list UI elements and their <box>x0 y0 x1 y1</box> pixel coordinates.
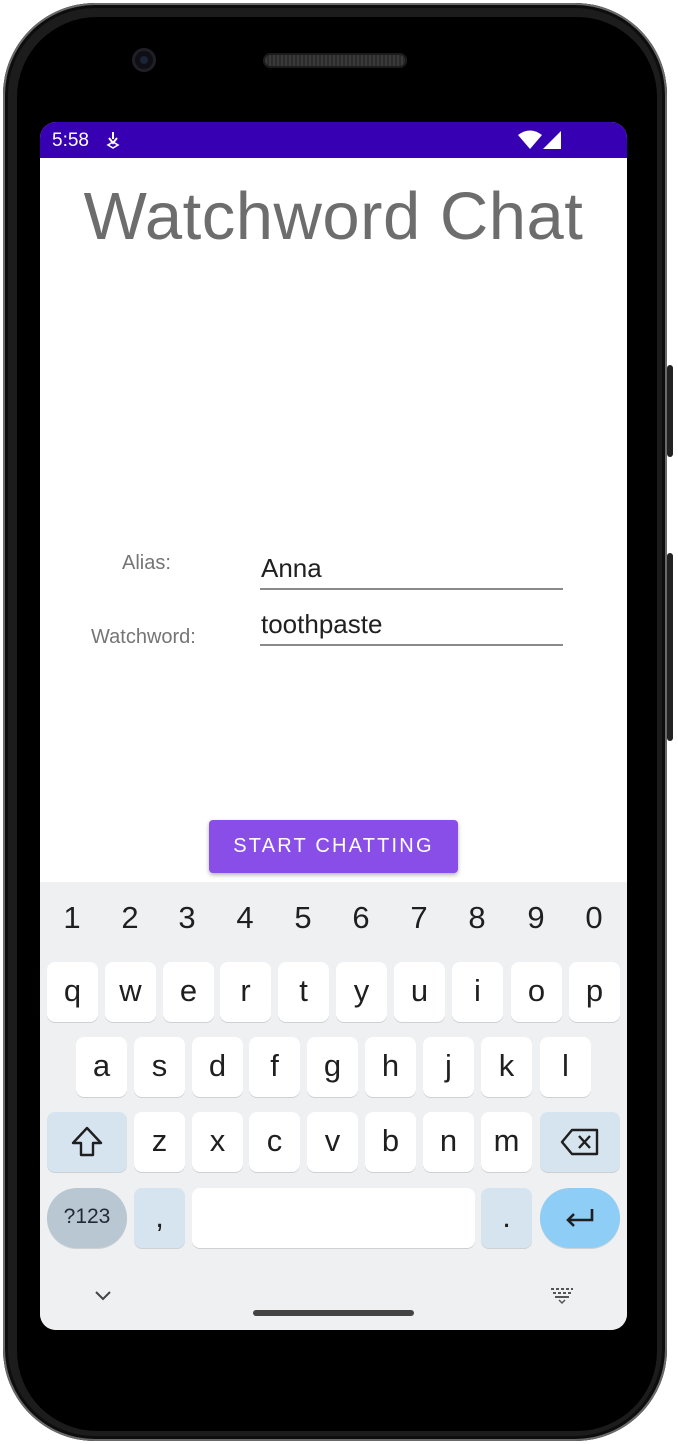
key-y[interactable]: y <box>336 962 387 1022</box>
watchword-input[interactable]: toothpaste <box>260 602 563 646</box>
alias-input[interactable]: Anna <box>260 546 563 590</box>
page-title: Watchword Chat <box>83 179 584 254</box>
wifi-icon <box>518 130 542 149</box>
status-bar: 5:58 <box>40 122 627 158</box>
key-c[interactable]: c <box>249 1112 300 1172</box>
notification-icon <box>106 132 120 149</box>
key-u[interactable]: u <box>394 962 445 1022</box>
key-l[interactable]: l <box>540 1037 591 1097</box>
key-0[interactable]: 0 <box>565 896 623 940</box>
key-i[interactable]: i <box>452 962 503 1022</box>
shift-key[interactable] <box>47 1112 127 1172</box>
key-o[interactable]: o <box>511 962 562 1022</box>
key-1[interactable]: 1 <box>43 896 101 940</box>
key-7[interactable]: 7 <box>390 896 448 940</box>
volume-button <box>667 553 673 741</box>
status-time: 5:58 <box>52 130 89 151</box>
key-d[interactable]: d <box>192 1037 243 1097</box>
home-indicator[interactable] <box>253 1310 414 1316</box>
chevron-down-icon[interactable] <box>94 1290 112 1302</box>
key-3[interactable]: 3 <box>158 896 216 940</box>
front-camera <box>132 48 156 72</box>
key-f[interactable]: f <box>249 1037 300 1097</box>
key-h[interactable]: h <box>365 1037 416 1097</box>
key-w[interactable]: w <box>105 962 156 1022</box>
comma-key[interactable]: , <box>134 1188 185 1248</box>
key-q[interactable]: q <box>47 962 98 1022</box>
backspace-key[interactable] <box>540 1112 620 1172</box>
key-m[interactable]: m <box>481 1112 532 1172</box>
key-x[interactable]: x <box>192 1112 243 1172</box>
key-p[interactable]: p <box>569 962 620 1022</box>
key-9[interactable]: 9 <box>507 896 565 940</box>
earpiece-speaker <box>263 53 407 68</box>
key-e[interactable]: e <box>163 962 214 1022</box>
screen: 5:58 Watchword Chat Alias: Anna Watchwor… <box>40 122 627 1330</box>
shift-icon <box>71 1126 103 1157</box>
soft-keyboard: 1 2 3 4 5 6 7 8 9 0 q w e r t y u i o p … <box>40 882 627 1330</box>
backspace-icon <box>560 1128 599 1156</box>
power-button <box>667 365 673 457</box>
start-chatting-button[interactable]: START CHATTING <box>209 820 458 873</box>
enter-key[interactable] <box>540 1188 620 1248</box>
key-t[interactable]: t <box>278 962 329 1022</box>
key-n[interactable]: n <box>423 1112 474 1172</box>
key-r[interactable]: r <box>220 962 271 1022</box>
key-s[interactable]: s <box>134 1037 185 1097</box>
key-j[interactable]: j <box>423 1037 474 1097</box>
key-b[interactable]: b <box>365 1112 416 1172</box>
key-z[interactable]: z <box>134 1112 185 1172</box>
key-g[interactable]: g <box>307 1037 358 1097</box>
key-5[interactable]: 5 <box>274 896 332 940</box>
key-k[interactable]: k <box>481 1037 532 1097</box>
key-a[interactable]: a <box>76 1037 127 1097</box>
alias-label: Alias: <box>122 552 171 574</box>
key-2[interactable]: 2 <box>101 896 159 940</box>
signal-icon <box>543 131 561 149</box>
key-4[interactable]: 4 <box>216 896 274 940</box>
key-6[interactable]: 6 <box>332 896 390 940</box>
watchword-label: Watchword: <box>91 626 196 648</box>
enter-icon <box>566 1209 594 1227</box>
keyboard-switch-icon[interactable] <box>550 1287 574 1305</box>
key-8[interactable]: 8 <box>448 896 506 940</box>
symbols-key[interactable]: ?123 <box>47 1188 127 1248</box>
period-key[interactable]: . <box>481 1188 532 1248</box>
key-v[interactable]: v <box>307 1112 358 1172</box>
space-bar[interactable] <box>192 1188 475 1248</box>
